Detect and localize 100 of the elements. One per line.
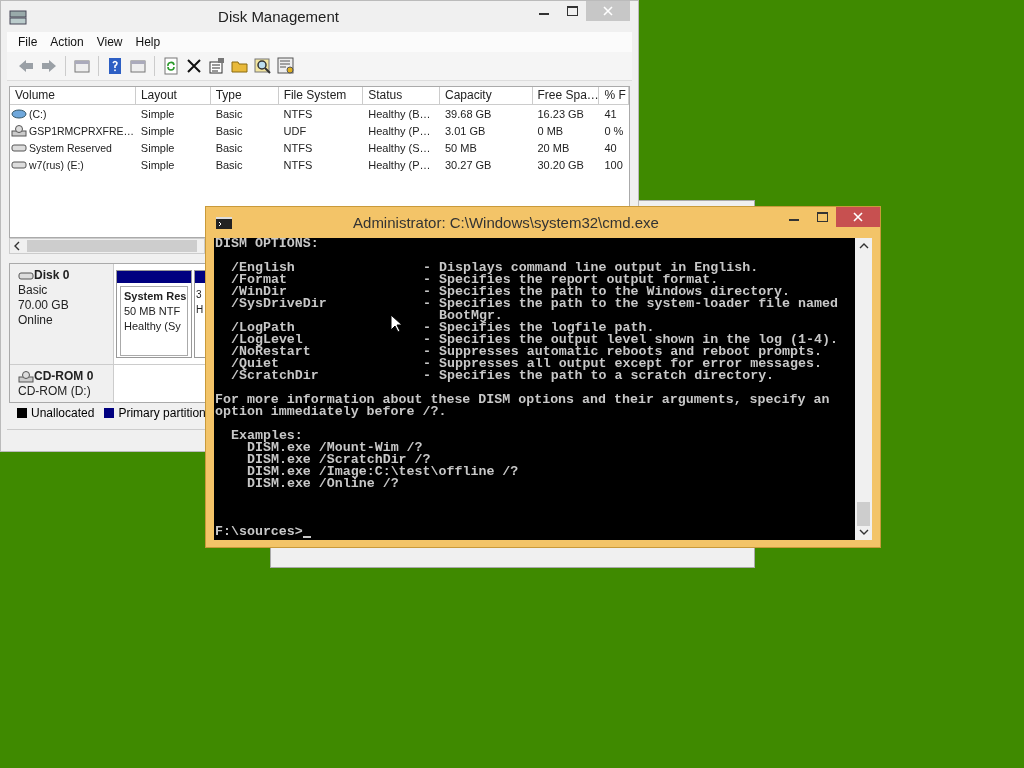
column-header[interactable]: Layout xyxy=(135,87,211,104)
table-cell: Simple xyxy=(140,158,175,171)
table-cell: NTFS xyxy=(283,107,313,120)
optical-drive-icon xyxy=(18,370,34,383)
scroll-down-icon[interactable] xyxy=(858,528,869,536)
settings-icon[interactable] xyxy=(277,57,295,75)
text-cursor xyxy=(302,536,311,538)
table-cell: Simple xyxy=(140,124,175,137)
optical-drive-icon xyxy=(11,124,27,137)
table-cell: Basic xyxy=(215,124,243,137)
option-name: /English xyxy=(231,260,295,275)
column-header[interactable]: Free Spa… xyxy=(532,87,600,104)
option-description: - Displays command line output in English. xyxy=(423,262,759,274)
scroll-thumb[interactable] xyxy=(857,502,870,526)
vertical-scrollbar[interactable] xyxy=(855,238,872,540)
option-name: /LogPath xyxy=(231,320,295,335)
scroll-up-icon[interactable] xyxy=(858,242,869,250)
menu-item[interactable]: Help xyxy=(132,35,171,49)
table-cell: 100 xyxy=(604,158,623,171)
disk-detail: 70.00 GB xyxy=(18,298,70,313)
table-cell: 30.27 GB xyxy=(445,158,492,171)
horizontal-scrollbar[interactable] xyxy=(9,238,205,254)
option-description: - Specifies the report output format. xyxy=(423,274,719,286)
partition-text: Healthy (Sy xyxy=(124,319,182,334)
mouse-pointer-icon xyxy=(390,314,402,333)
table-cell: w7(rus) (E:) xyxy=(29,158,84,171)
table-cell: 40 xyxy=(604,141,617,154)
delete-icon[interactable] xyxy=(185,57,203,75)
table-cell: 3.01 GB xyxy=(445,124,486,137)
console-text: DISM OPTIONS: xyxy=(215,238,320,250)
refresh-icon[interactable] xyxy=(162,57,180,75)
console-text: option immediately before /?. xyxy=(215,406,448,418)
table-cell: 0 % xyxy=(604,124,624,137)
partition-text: System Res xyxy=(124,289,184,304)
disk-icon xyxy=(11,107,27,120)
table-cell: 30.20 GB xyxy=(537,158,584,171)
disk-name: Disk 0 xyxy=(34,268,70,283)
partition-header-bar xyxy=(195,271,205,283)
console-icon xyxy=(216,216,232,229)
example-command: DISM.exe /ScratchDir /? xyxy=(247,452,431,467)
menu-item[interactable]: File xyxy=(15,35,48,49)
table-cell: Healthy (S… xyxy=(368,141,431,154)
option-name: /Quiet xyxy=(231,356,279,371)
option-description: - Specifies the output level shown in the log (1-4). xyxy=(423,334,838,346)
disk-detail: Basic xyxy=(18,283,49,298)
properties-icon[interactable] xyxy=(208,57,226,75)
table-cell: Basic xyxy=(215,107,243,120)
column-header[interactable]: Type xyxy=(210,87,279,104)
table-cell: (C:) xyxy=(29,107,47,120)
table-cell: GSP1RMCPRXFRE… xyxy=(29,124,134,137)
drive-icon xyxy=(11,158,27,171)
table-cell: 41 xyxy=(604,107,617,120)
command-prompt: F:\sources> xyxy=(215,524,303,539)
option-description: - Specifies the logfile path. xyxy=(423,322,655,334)
partition-text: 3 xyxy=(196,288,203,302)
table-cell: NTFS xyxy=(283,141,313,154)
option-description: - Specifies the path to a scratch directory. xyxy=(423,370,775,382)
column-header[interactable]: Capacity xyxy=(440,87,533,104)
option-name: /WinDir xyxy=(231,284,287,299)
window-title: Administrator: C:\Windows\system32\cmd.exe xyxy=(352,214,660,231)
help-icon[interactable] xyxy=(106,57,124,75)
table-cell: Basic xyxy=(215,158,243,171)
table-cell: NTFS xyxy=(283,158,313,171)
column-header[interactable]: Status xyxy=(363,87,440,104)
option-description: - Suppresses all output except for error messages. xyxy=(423,358,822,370)
partition-text: 50 MB NTF xyxy=(124,304,182,319)
console-text: Examples: xyxy=(231,428,303,443)
maximize-icon[interactable] xyxy=(816,212,828,222)
partition-block[interactable]: System Res 50 MB NTF Healthy (Sy xyxy=(116,270,192,358)
table-cell: Basic xyxy=(215,141,243,154)
column-header[interactable]: Volume xyxy=(10,87,136,104)
table-cell: 39.68 GB xyxy=(445,107,492,120)
menu-item[interactable]: View xyxy=(93,35,133,49)
legend-label: Unallocated xyxy=(31,406,95,420)
option-description: - Suppresses automatic reboots and reboot prompts. xyxy=(423,346,822,358)
search-icon[interactable] xyxy=(254,57,272,75)
menu-item[interactable]: Action xyxy=(47,35,94,49)
maximize-icon[interactable] xyxy=(566,6,578,16)
partition-text: H xyxy=(196,303,205,317)
table-cell: 0 MB xyxy=(537,124,564,137)
window-title: Disk Management xyxy=(217,8,340,25)
table-cell: System Reserved xyxy=(29,141,112,154)
column-header[interactable]: File System xyxy=(278,87,364,104)
table-cell: Simple xyxy=(140,141,175,154)
column-header[interactable]: % F xyxy=(599,87,629,104)
legend-label: Primary partition xyxy=(118,406,206,420)
option-name: /SysDriveDir xyxy=(231,296,327,311)
console-text: For more information about these DISM options and their arguments, specify an xyxy=(215,394,831,406)
disk-detail: Online xyxy=(18,313,54,328)
scroll-left-icon[interactable] xyxy=(13,241,21,251)
drive-icon xyxy=(11,141,27,154)
table-cell: Healthy (P… xyxy=(368,158,431,171)
table-cell: 16.23 GB xyxy=(537,107,584,120)
close-icon[interactable] xyxy=(853,212,863,222)
table-cell: UDF xyxy=(283,124,307,137)
disk-detail: CD-ROM (D:) xyxy=(18,384,92,399)
disk-icon xyxy=(9,8,27,25)
disk-name: CD-ROM 0 xyxy=(34,369,94,384)
table-cell: Healthy (P… xyxy=(368,124,431,137)
drive-icon xyxy=(18,269,34,282)
